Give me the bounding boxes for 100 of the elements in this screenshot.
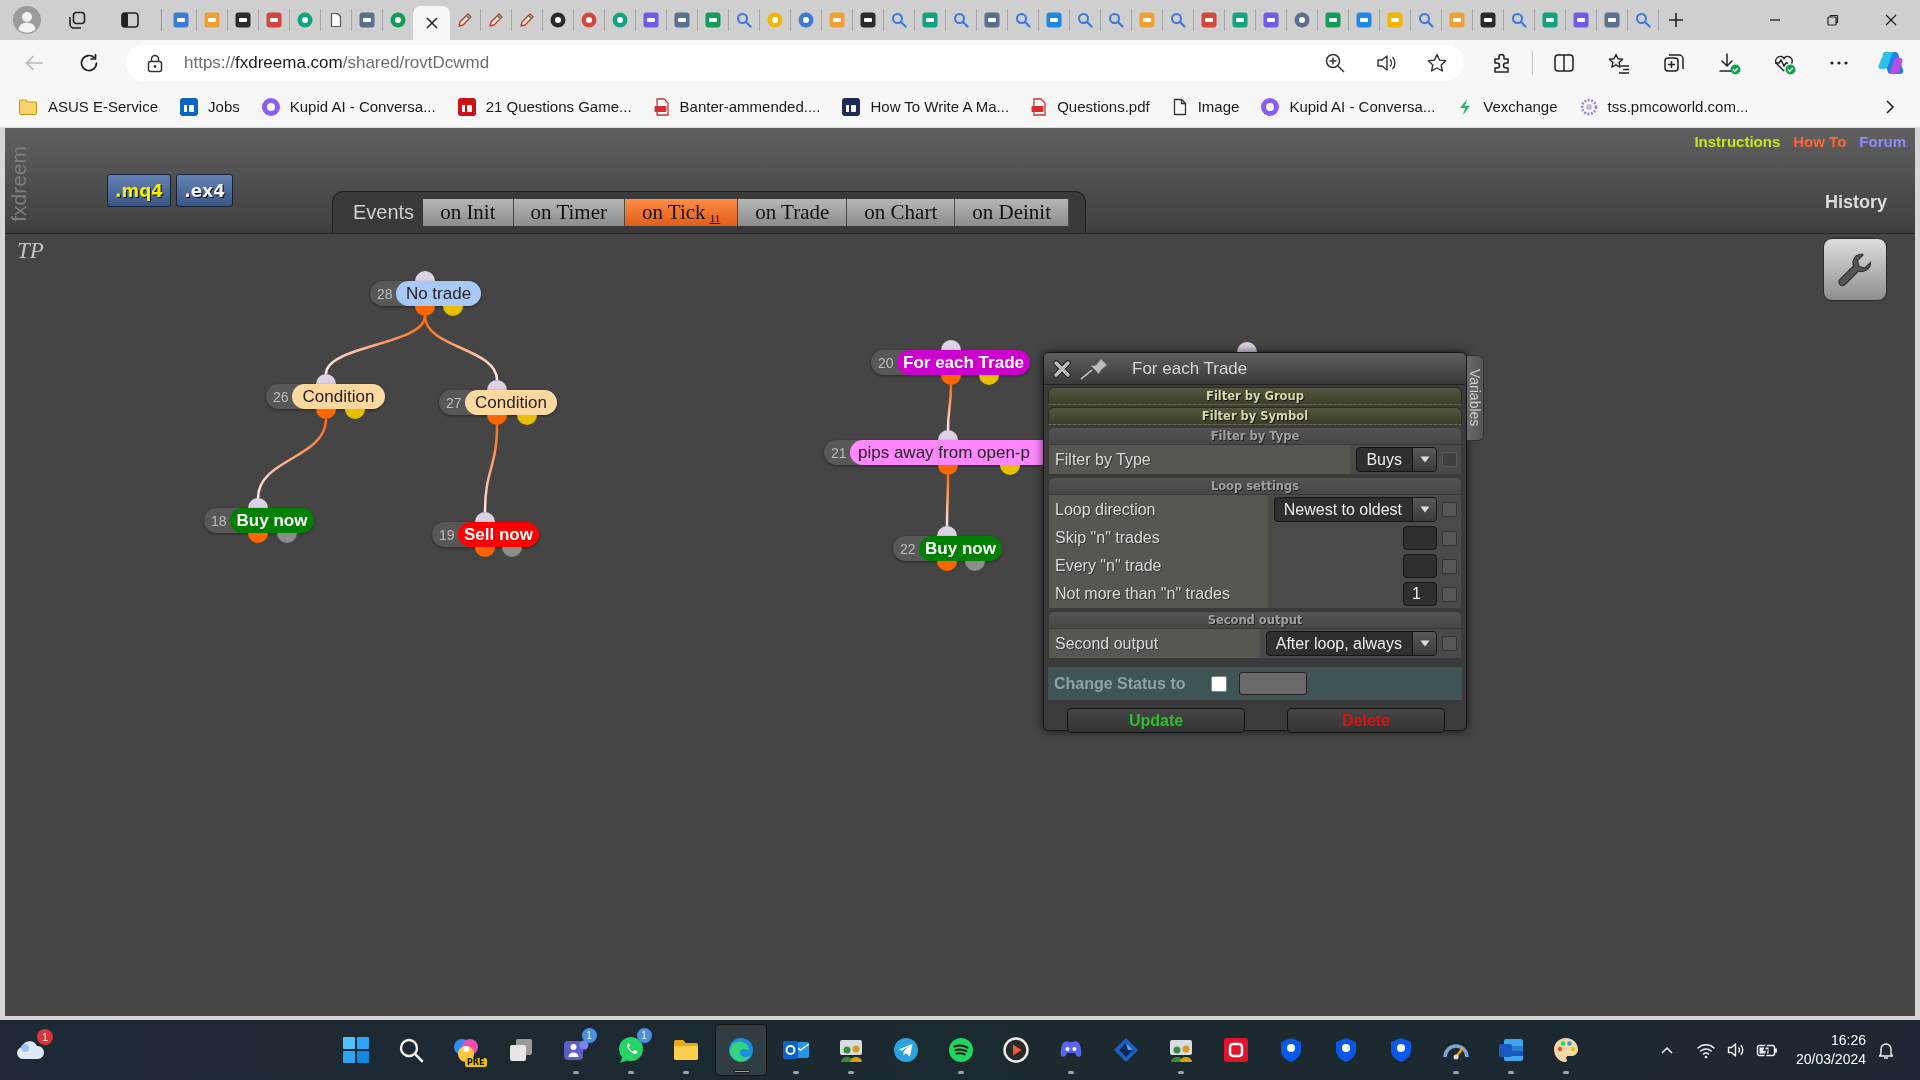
document-tile-icon[interactable] bbox=[1496, 1036, 1525, 1064]
number-field[interactable] bbox=[1403, 526, 1437, 550]
restore-icon[interactable] bbox=[1827, 14, 1839, 26]
logo-tile-icon[interactable] bbox=[705, 12, 721, 28]
status-checkbox[interactable] bbox=[1210, 675, 1227, 692]
bookmark-link[interactable]: Questions.pdf bbox=[1031, 97, 1150, 116]
swirl-logo-icon[interactable] bbox=[726, 1036, 755, 1064]
section-header[interactable]: Filter by Symbol bbox=[1048, 407, 1462, 425]
logo-tile-icon[interactable] bbox=[1604, 12, 1620, 28]
logo-tile-icon[interactable] bbox=[1387, 12, 1403, 28]
lock-icon[interactable] bbox=[146, 53, 164, 73]
pencil-icon[interactable] bbox=[519, 12, 535, 28]
dropdown[interactable]: After loop, always bbox=[1265, 631, 1437, 656]
history-link[interactable]: History bbox=[1825, 192, 1887, 213]
workspaces-icon[interactable] bbox=[67, 10, 87, 30]
logo-tile-icon[interactable] bbox=[204, 12, 220, 28]
bookmark-link[interactable]: Jobs bbox=[180, 97, 240, 116]
logo-tile-icon[interactable] bbox=[1356, 12, 1372, 28]
volume-icon[interactable] bbox=[1725, 1040, 1746, 1060]
address-bar[interactable]: https://fxdreema.com/shared/rovtDcwmd bbox=[126, 45, 1464, 81]
logo-tile-icon[interactable] bbox=[1263, 12, 1279, 28]
download-icon[interactable] bbox=[1717, 51, 1741, 75]
bookmark-link[interactable]: Kupid AI - Conversa... bbox=[1261, 97, 1436, 116]
page-icon[interactable] bbox=[328, 12, 344, 28]
logo-tile-icon[interactable] bbox=[1542, 12, 1558, 28]
file-type-button[interactable]: .ex4 bbox=[176, 174, 233, 207]
clock-date[interactable]: 20/03/2024 bbox=[1795, 1050, 1866, 1069]
pencil-icon[interactable] bbox=[488, 12, 504, 28]
logo-tile-icon[interactable] bbox=[984, 12, 1000, 28]
option-checkbox[interactable] bbox=[1442, 558, 1457, 574]
bookmark-link[interactable]: Banter-ammended.... bbox=[653, 97, 821, 116]
favorite-star-icon[interactable] bbox=[1426, 52, 1448, 74]
split-screen-icon[interactable] bbox=[1552, 51, 1576, 75]
play-icon[interactable] bbox=[1001, 1036, 1030, 1064]
palette-icon[interactable] bbox=[1551, 1036, 1580, 1064]
update-button[interactable]: Update bbox=[1067, 708, 1245, 733]
bookmark-link[interactable]: ASUS E-Service bbox=[18, 97, 159, 116]
profile-avatar-icon[interactable] bbox=[13, 6, 41, 34]
collections-icon[interactable] bbox=[1662, 51, 1686, 75]
bookmark-link[interactable]: How To Write A Ma... bbox=[842, 97, 1010, 116]
logo-tile-icon[interactable] bbox=[1480, 12, 1496, 28]
close-icon[interactable] bbox=[1885, 14, 1897, 26]
logo-tile-icon[interactable] bbox=[829, 12, 845, 28]
chevron-right-icon[interactable] bbox=[1884, 97, 1896, 116]
event-tab[interactable]: on Chart bbox=[847, 199, 956, 226]
notification-bell-icon[interactable] bbox=[1876, 1040, 1896, 1060]
active-app-highlight[interactable] bbox=[714, 1024, 767, 1076]
paper-plane-icon[interactable] bbox=[891, 1036, 920, 1064]
logo-tile-icon[interactable] bbox=[1139, 12, 1155, 28]
close-icon[interactable] bbox=[1052, 358, 1072, 379]
logo-tile-icon[interactable] bbox=[266, 12, 282, 28]
logo-tile-icon[interactable] bbox=[1449, 12, 1465, 28]
option-checkbox[interactable] bbox=[1442, 530, 1457, 546]
reload-icon[interactable] bbox=[78, 52, 100, 74]
cloud-icon[interactable] bbox=[15, 1039, 45, 1061]
start-icon[interactable] bbox=[341, 1036, 370, 1064]
round-logo-icon[interactable] bbox=[550, 12, 566, 28]
number-field[interactable] bbox=[1403, 554, 1437, 578]
option-checkbox[interactable] bbox=[1442, 636, 1457, 651]
sound-waves-icon[interactable] bbox=[946, 1036, 975, 1064]
option-checkbox[interactable] bbox=[1442, 586, 1457, 602]
event-tab[interactable]: on Deinit bbox=[955, 199, 1069, 226]
logo-tile-icon[interactable] bbox=[1232, 12, 1248, 28]
clock-time[interactable]: 16:26 bbox=[1830, 1031, 1866, 1050]
logo-tile-icon[interactable] bbox=[1201, 12, 1217, 28]
logo-tile-icon[interactable] bbox=[173, 12, 189, 28]
bookmark-link[interactable]: Kupid AI - Conversa... bbox=[261, 97, 436, 116]
logo-tile-icon[interactable] bbox=[235, 12, 251, 28]
header-link[interactable]: Instructions bbox=[1694, 133, 1781, 150]
logo-tile-icon[interactable] bbox=[860, 12, 876, 28]
zoom-in-icon[interactable] bbox=[1324, 52, 1346, 74]
close-icon[interactable] bbox=[425, 17, 438, 29]
section-header[interactable]: Filter by Group bbox=[1048, 387, 1462, 405]
logo-tile-icon[interactable] bbox=[922, 12, 938, 28]
pencil-icon[interactable] bbox=[457, 12, 473, 28]
file-type-button[interactable]: .mq4 bbox=[107, 174, 172, 207]
logo-tile-icon[interactable] bbox=[674, 12, 690, 28]
logo-tile-icon[interactable] bbox=[1325, 12, 1341, 28]
bookmark-link[interactable]: Image bbox=[1171, 97, 1240, 116]
bookmark-link[interactable]: tss.pmcoworld.com... bbox=[1579, 97, 1749, 116]
logo-tile-icon[interactable] bbox=[643, 12, 659, 28]
logo-tile-icon[interactable] bbox=[1221, 1036, 1250, 1064]
option-checkbox[interactable] bbox=[1442, 502, 1457, 517]
logo-tile-icon[interactable] bbox=[1046, 12, 1062, 28]
number-field[interactable]: 1 bbox=[1403, 582, 1437, 606]
colorful-logo-icon[interactable] bbox=[1877, 49, 1905, 77]
logo-tile-icon[interactable] bbox=[359, 12, 375, 28]
event-tab[interactable]: on Timer bbox=[513, 199, 625, 226]
favorites-icon[interactable] bbox=[1607, 51, 1631, 75]
event-tab[interactable]: on Init bbox=[423, 199, 514, 226]
status-color-field[interactable] bbox=[1238, 672, 1307, 695]
vertical-tabs-icon[interactable] bbox=[120, 10, 140, 30]
variables-tab[interactable]: Variables bbox=[1467, 355, 1484, 441]
dropdown[interactable]: Newest to oldest bbox=[1273, 497, 1437, 522]
event-tab[interactable]: on Trade bbox=[738, 199, 848, 226]
bookmark-link[interactable]: Vexchange bbox=[1457, 97, 1558, 116]
new-tab-icon[interactable] bbox=[1667, 11, 1685, 29]
logo-tile-icon[interactable] bbox=[1573, 12, 1589, 28]
tools-button[interactable] bbox=[1823, 238, 1887, 301]
bookmark-link[interactable]: 21 Questions Game... bbox=[457, 97, 632, 116]
